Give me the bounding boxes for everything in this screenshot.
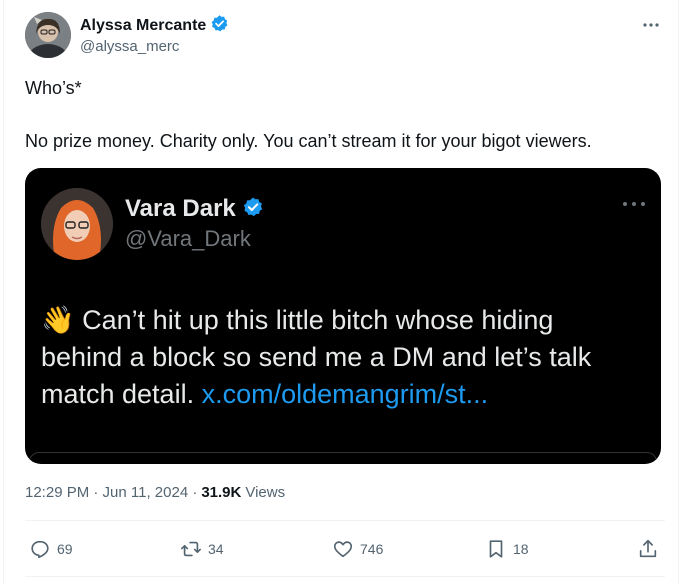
author-handle[interactable]: @alyssa_merc (80, 38, 179, 55)
bookmark-icon (489, 540, 503, 558)
post-meta: 12:29 PM · Jun 11, 2024 · 31.9K Views (25, 484, 285, 501)
post-text-line-2: No prize money. Charity only. You can’t … (25, 131, 592, 151)
views-count: 31.9K (201, 484, 242, 501)
quoted-link: x.com/oldemangrim/st... (201, 379, 489, 409)
more-icon (643, 23, 659, 27)
more-options-button[interactable] (634, 10, 668, 40)
views-label: Views (245, 484, 286, 501)
author-display-name[interactable]: Alyssa Mercante (80, 17, 206, 35)
reply-icon (31, 540, 49, 559)
timestamp[interactable]: 12:29 PM · Jun 11, 2024 · (25, 484, 197, 501)
action-bar: 69 34 746 18 (25, 532, 665, 566)
repost-icon (181, 541, 201, 557)
verified-badge-icon (210, 14, 229, 38)
quoted-author-handle: @Vara_Dark (125, 226, 251, 251)
quoted-card-edge (29, 452, 657, 464)
quoted-author-name: Vara Dark (125, 195, 236, 222)
post-text-line-1: Who’s* (25, 78, 82, 98)
share-button[interactable] (637, 532, 659, 566)
attached-image[interactable]: Vara Dark @Vara_Dark 👋 Can’t hit up this… (25, 168, 661, 464)
reply-count: 69 (57, 541, 73, 557)
like-button[interactable]: 746 (332, 532, 383, 566)
quoted-author-avatar (41, 188, 113, 260)
waving-hand-emoji: 👋 (41, 305, 75, 335)
repost-count: 34 (208, 541, 224, 557)
more-icon (623, 202, 645, 206)
like-count: 746 (360, 541, 384, 557)
author-avatar[interactable] (25, 12, 71, 58)
bookmark-button[interactable]: 18 (485, 532, 529, 566)
bookmark-count: 18 (513, 541, 529, 557)
verified-badge-icon (242, 196, 264, 223)
share-icon (639, 539, 657, 558)
like-icon (333, 541, 353, 558)
reply-button[interactable]: 69 (29, 532, 73, 566)
divider (25, 520, 665, 521)
divider (25, 576, 665, 577)
quoted-post-text: 👋 Can’t hit up this little bitch whose h… (41, 302, 631, 413)
repost-button[interactable]: 34 (180, 532, 224, 566)
post-card: Alyssa Mercante @alyssa_merc Who’s* No p… (3, 0, 679, 584)
